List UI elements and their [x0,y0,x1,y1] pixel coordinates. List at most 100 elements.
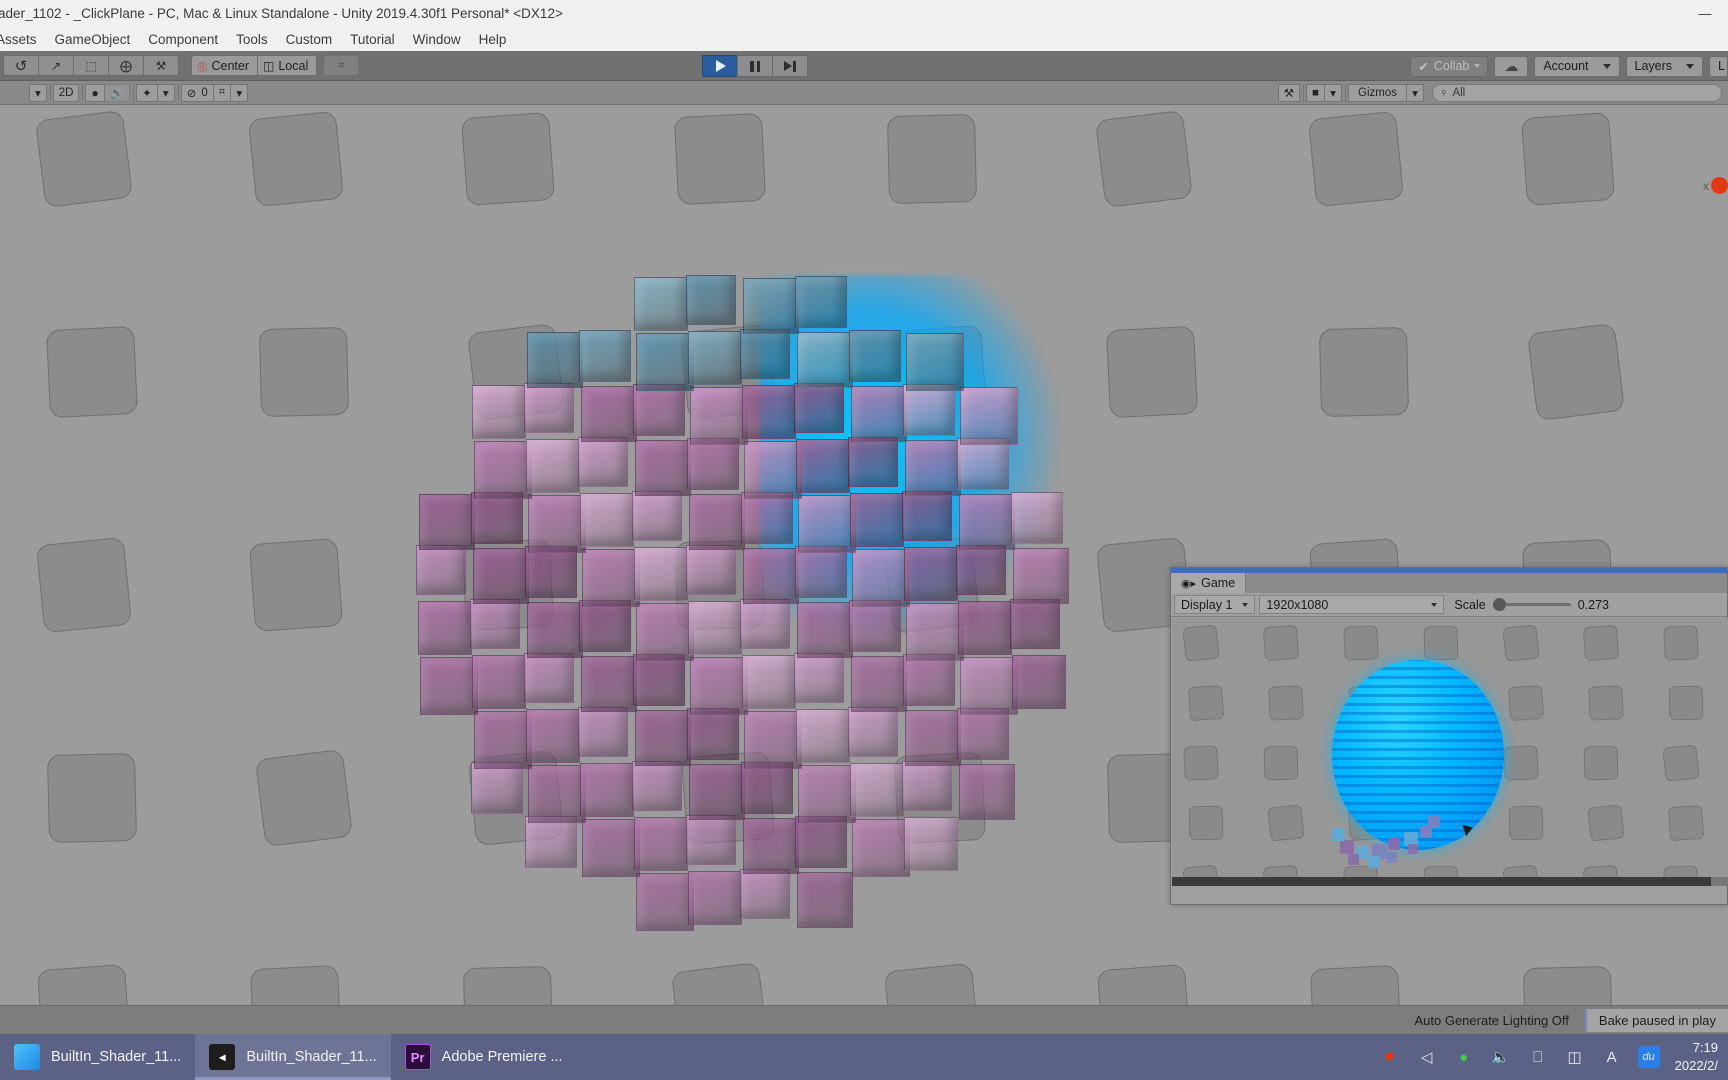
grid-caret-icon[interactable]: ▾ [230,83,249,102]
rect-tool-icon[interactable]: ⬚ [73,55,109,76]
voxel-sphere-object[interactable] [416,265,1069,945]
background-tile [258,326,350,418]
voxel-cube [794,653,844,703]
ime-icon[interactable]: A [1601,1046,1623,1068]
cloud-services-button[interactable]: ☁ [1494,55,1529,77]
battery-icon[interactable]: ◫ [1564,1046,1586,1068]
baidu-icon[interactable]: du [1637,1046,1660,1068]
scene-tools-icon[interactable]: ⚒ [1277,83,1301,102]
game-sphere-voxel [1428,816,1440,828]
menu-item-assets[interactable]: Assets [0,32,46,47]
voxel-cube [690,657,748,715]
step-icon [784,60,796,72]
gizmos-button[interactable]: Gizmos [1348,83,1407,102]
taskbar-clock[interactable]: 7:19 2022/2/ [1675,1039,1720,1074]
display-icon[interactable]: ⎕ [1527,1046,1549,1068]
voxel-cube [686,545,736,595]
menu-item-custom[interactable]: Custom [277,32,342,47]
scene-viewport[interactable]: x ◉▸ Game Display 1 1920x1080 Scale 0.27… [0,105,1728,1005]
menu-item-tools[interactable]: Tools [227,32,277,47]
game-background-tile [1503,745,1539,781]
eye-off-icon: ⊘ [186,87,197,100]
step-button[interactable] [772,55,808,77]
taskbar-item-0[interactable]: BuiltIn_Shader_11... [0,1034,195,1080]
taskbar-item-1[interactable]: ◂ BuiltIn_Shader_11... [195,1034,391,1080]
taskbar-item-2[interactable]: Pr Adobe Premiere ... [391,1034,577,1080]
record-icon[interactable]: ● [1379,1046,1401,1068]
voxel-cube [474,711,532,769]
wechat-icon[interactable]: ● [1453,1046,1475,1068]
menu-item-gameobject[interactable]: GameObject [46,32,140,47]
pivot-local-button[interactable]: ◫ Local [257,55,318,76]
voxel-cube [524,383,574,433]
voxel-cube [528,765,586,823]
error-close-icon[interactable]: x [1703,179,1709,193]
game-panel-controls: Display 1 1920x1080 Scale 0.273 [1171,593,1727,617]
voxel-cube [474,441,532,499]
voxel-cube [420,657,478,715]
voxel-cube [742,655,796,709]
scale-slider[interactable] [1492,598,1571,611]
custom-tool-icon[interactable]: ⚒ [143,55,179,76]
background-tile [35,536,133,634]
scale-slider-knob[interactable] [1492,598,1506,611]
voxel-cube [850,763,904,817]
scene-error-badge[interactable]: x [1703,177,1728,194]
pause-button[interactable] [737,55,773,77]
layers-dropdown[interactable]: Layers [1625,55,1704,77]
unity-tray-icon[interactable]: ◁ [1416,1046,1438,1068]
game-view-panel[interactable]: ◉▸ Game Display 1 1920x1080 Scale 0.273 [1170,567,1728,905]
voxel-cube [632,491,682,541]
snap-increment-icon[interactable]: ⌗ [323,55,360,76]
scene-fx-icon[interactable]: ✦ [136,83,158,102]
scene-camera-caret-icon[interactable]: ▾ [1324,83,1343,102]
voxel-cube [472,385,526,439]
voxel-cube [741,762,793,814]
volume-icon[interactable]: 🔈 [1490,1046,1512,1068]
tab-game[interactable]: ◉▸ Game [1171,573,1247,593]
search-icon: ⌕ [1437,85,1451,99]
grid-snapping-icon[interactable]: ⌗ [212,83,232,102]
scene-audio-icon[interactable]: 🔊 [103,83,131,102]
pivot-center-button[interactable]: ◎ Center [191,55,259,76]
account-button[interactable]: Account [1534,55,1620,77]
voxel-cube [688,331,742,385]
voxel-cube [852,819,910,877]
move-tool-icon[interactable]: ↗ [38,55,74,76]
collab-button[interactable]: ✔ Collab [1410,55,1489,77]
status-bar: Auto Generate Lighting Off Bake paused i… [0,1005,1728,1034]
scale-tool-icon[interactable]: ⨁ [108,55,144,76]
play-button[interactable] [702,55,738,77]
resolution-dropdown[interactable]: 1920x1080 [1259,595,1445,614]
minimize-icon[interactable]: — [1682,0,1728,27]
shading-mode-caret-icon[interactable]: ▾ [29,83,47,102]
play-icon [716,60,726,72]
voxel-cube [744,441,802,499]
menu-item-help[interactable]: Help [470,32,516,47]
voxel-cube [634,547,688,601]
menu-item-component[interactable]: Component [139,32,227,47]
display-dropdown[interactable]: Display 1 [1174,595,1256,614]
game-view-scrollbar[interactable] [1172,877,1728,886]
menu-item-tutorial[interactable]: Tutorial [341,32,404,47]
hidden-objects-icon[interactable]: ⊘ 0 [180,83,214,102]
layout-dropdown[interactable]: L [1709,55,1728,77]
scene-camera-icon[interactable]: ■ [1306,83,1326,102]
gizmos-caret-icon[interactable]: ▾ [1406,83,1424,102]
voxel-cube [636,333,694,391]
voxel-cube [635,440,691,496]
scale-slider-group[interactable]: Scale 0.273 [1454,598,1609,612]
scene-lighting-icon[interactable]: ● [85,83,105,102]
voxel-cube [1013,548,1069,604]
layers-label: Layers [1634,59,1673,73]
voxel-cube [798,765,856,823]
bake-status: Bake paused in play [1584,1008,1728,1032]
menu-item-window[interactable]: Window [404,32,470,47]
scene-search-input[interactable]: ⌕ All [1432,83,1722,102]
hand-tool-icon[interactable]: ↺ [3,55,39,76]
toggle-2d-button[interactable]: 2D [52,83,80,102]
scene-fx-caret-icon[interactable]: ▾ [156,83,175,102]
voxel-cube [850,493,904,547]
game-render-view[interactable] [1172,618,1728,882]
game-background-tile [1268,685,1304,721]
